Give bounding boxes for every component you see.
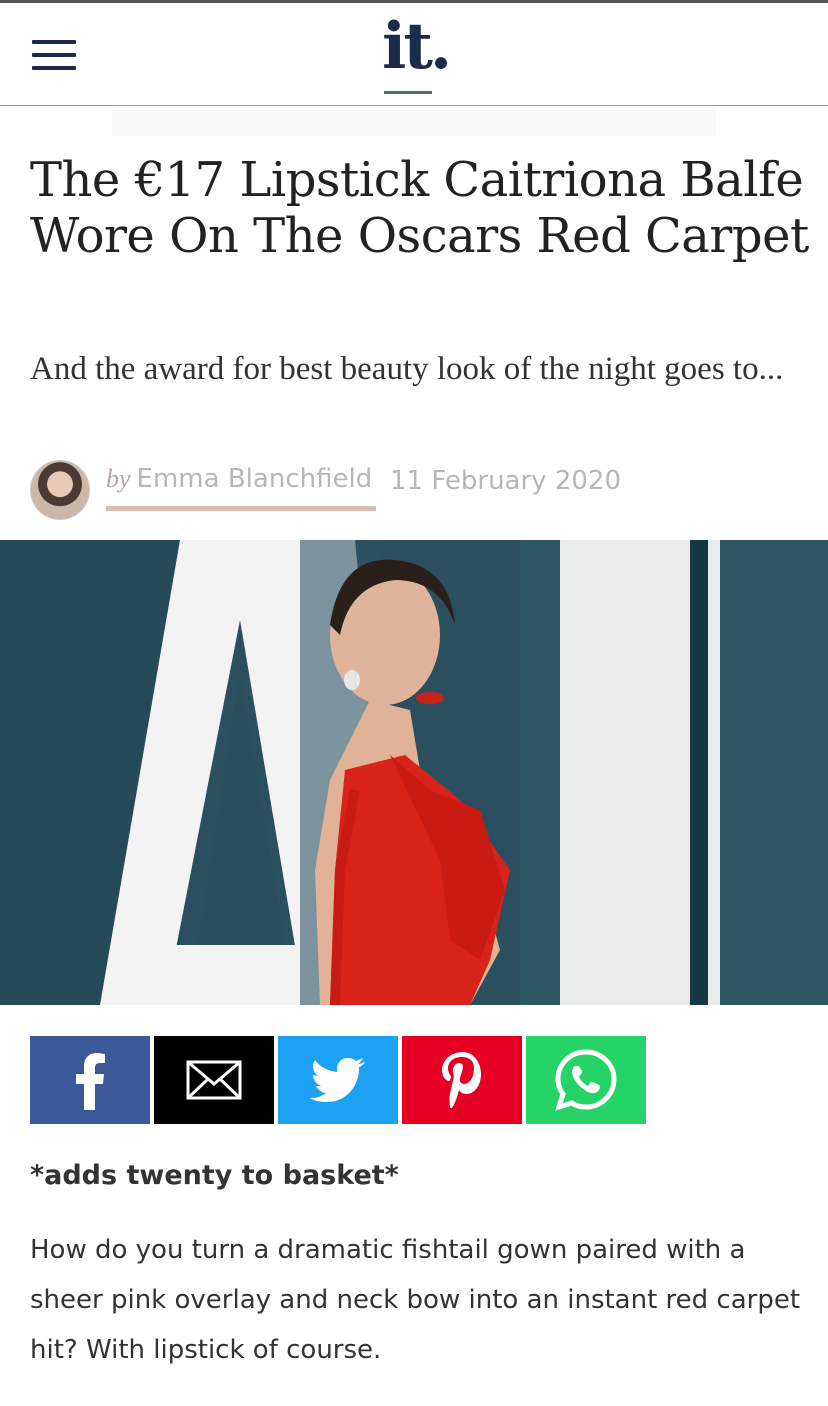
site-header: it. [0,3,828,106]
twitter-icon [310,1058,365,1102]
publish-date: 11 February 2020 [390,466,621,496]
by-label: by [106,464,131,493]
ad-placeholder [112,110,716,136]
hero-photo [0,540,828,1005]
share-email-button[interactable] [154,1036,274,1124]
author-link[interactable]: by Emma Blanchfield [106,464,372,510]
share-whatsapp-button[interactable] [526,1036,646,1124]
facebook-icon [76,1053,105,1110]
logo-tagline [384,91,432,94]
author-name[interactable]: Emma Blanchfield [137,464,373,494]
logo-text: it. [382,9,452,84]
whatsapp-icon [555,1049,617,1111]
article-byline: by Emma Blanchfield 11 February 2020 [30,458,810,520]
share-twitter-button[interactable] [278,1036,398,1124]
hero-image [0,540,828,1005]
article-title: The €17 Lipstick Caitriona Balfe Wore On… [30,152,809,264]
pinterest-icon [442,1052,481,1108]
menu-bar [32,40,76,44]
email-icon [186,1060,242,1100]
article-paragraph: How do you turn a dramatic fishtail gown… [30,1235,801,1365]
site-logo[interactable]: it. [380,11,452,97]
menu-bar [32,53,76,57]
article-lead: *adds twenty to basket* [30,1160,399,1191]
share-pinterest-button[interactable] [402,1036,522,1124]
author-avatar[interactable] [30,460,90,520]
hamburger-menu-icon[interactable] [32,40,76,70]
share-facebook-button[interactable] [30,1036,150,1124]
article-standfirst: And the award for best beauty look of th… [30,351,784,387]
menu-bar [32,66,76,70]
author-underline [106,506,376,511]
